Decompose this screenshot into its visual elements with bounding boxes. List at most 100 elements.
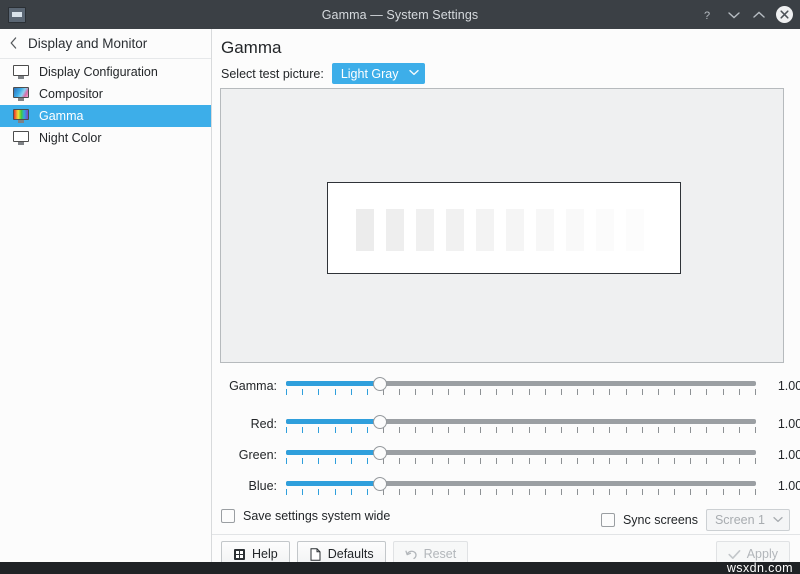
save-settings-checkbox[interactable] bbox=[221, 509, 235, 523]
slider-handle[interactable] bbox=[373, 377, 387, 391]
slider-tick bbox=[399, 427, 400, 433]
slider-tick bbox=[496, 427, 497, 433]
sidebar-item-label: Compositor bbox=[39, 87, 103, 101]
slider-tick bbox=[755, 458, 756, 464]
save-settings-label: Save settings system wide bbox=[243, 509, 390, 523]
sync-screens-checkbox[interactable] bbox=[601, 513, 615, 527]
slider-tick bbox=[399, 458, 400, 464]
green-slider[interactable] bbox=[286, 444, 756, 466]
slider-tick bbox=[658, 489, 659, 495]
slider-tick bbox=[706, 389, 707, 395]
slider-tick bbox=[496, 489, 497, 495]
slider-tick bbox=[351, 427, 352, 433]
monitor-icon bbox=[13, 65, 29, 79]
blue-slider[interactable] bbox=[286, 475, 756, 497]
slider-tick bbox=[286, 489, 287, 495]
gray-bar bbox=[596, 209, 614, 251]
chevron-down-icon bbox=[773, 515, 783, 526]
slider-tick bbox=[415, 427, 416, 433]
slider-tick bbox=[739, 489, 740, 495]
slider-tick bbox=[658, 427, 659, 433]
slider-tick bbox=[642, 389, 643, 395]
slider-tick bbox=[723, 389, 724, 395]
slider-tick bbox=[480, 389, 481, 395]
slider-tick bbox=[335, 427, 336, 433]
main-pane: Gamma Select test picture: Light Gray Ga… bbox=[212, 29, 800, 574]
slider-handle[interactable] bbox=[373, 446, 387, 460]
watermark: wsxdn.com bbox=[727, 561, 793, 574]
test-picture-label: Select test picture: bbox=[221, 67, 324, 81]
help-window-button[interactable]: ? bbox=[701, 7, 717, 23]
monitor-icon bbox=[13, 131, 29, 145]
slider-tick bbox=[755, 389, 756, 395]
slider-tick bbox=[723, 458, 724, 464]
red-slider[interactable] bbox=[286, 413, 756, 435]
gray-bar bbox=[626, 209, 644, 251]
check-icon bbox=[728, 548, 741, 561]
slider-tick bbox=[512, 389, 513, 395]
sidebar-item-label: Display Configuration bbox=[39, 65, 158, 79]
breadcrumb-back[interactable]: Display and Monitor bbox=[0, 29, 211, 59]
gray-bar bbox=[416, 209, 434, 251]
slider-tick bbox=[561, 489, 562, 495]
chevron-down-icon bbox=[409, 68, 419, 79]
slider-tick bbox=[723, 489, 724, 495]
save-settings-row[interactable]: Save settings system wide bbox=[221, 509, 390, 523]
slider-tick bbox=[367, 427, 368, 433]
gamma-slider[interactable] bbox=[286, 375, 756, 397]
slider-tick bbox=[529, 427, 530, 433]
sidebar-item-gamma[interactable]: Gamma bbox=[0, 105, 211, 127]
slider-tick bbox=[367, 489, 368, 495]
slider-tick bbox=[302, 489, 303, 495]
slider-tick bbox=[335, 489, 336, 495]
slider-tick bbox=[706, 458, 707, 464]
slider-tick bbox=[674, 489, 675, 495]
breadcrumb-label: Display and Monitor bbox=[28, 36, 147, 51]
defaults-button-label: Defaults bbox=[328, 547, 374, 561]
slider-tick bbox=[448, 489, 449, 495]
slider-tick bbox=[432, 458, 433, 464]
slider-tick bbox=[577, 489, 578, 495]
slider-tick bbox=[432, 389, 433, 395]
slider-ticks bbox=[286, 389, 756, 396]
slider-tick bbox=[464, 458, 465, 464]
slider-tick bbox=[302, 458, 303, 464]
close-window-button[interactable] bbox=[776, 6, 793, 23]
minimize-window-button[interactable] bbox=[726, 7, 742, 23]
test-picture-canvas bbox=[327, 182, 681, 274]
slider-tick bbox=[706, 427, 707, 433]
blue-slider-label: Blue: bbox=[212, 479, 277, 493]
sidebar-item-display-configuration[interactable]: Display Configuration bbox=[0, 61, 211, 83]
slider-tick bbox=[448, 427, 449, 433]
green-slider-value: 1.00 bbox=[768, 448, 800, 462]
slider-handle[interactable] bbox=[373, 477, 387, 491]
sidebar-item-night-color[interactable]: Night Color bbox=[0, 127, 211, 149]
slider-handle[interactable] bbox=[373, 415, 387, 429]
monitor-compositor-icon bbox=[13, 87, 29, 101]
slider-tick bbox=[512, 458, 513, 464]
gamma-slider-value: 1.00 bbox=[768, 379, 800, 393]
reset-button-label: Reset bbox=[424, 547, 457, 561]
slider-tick bbox=[496, 458, 497, 464]
slider-tick bbox=[286, 389, 287, 395]
slider-tick bbox=[464, 489, 465, 495]
application-window: Gamma — System Settings ? Display bbox=[0, 0, 800, 574]
slider-tick bbox=[739, 427, 740, 433]
slider-fill bbox=[286, 381, 380, 386]
slider-tick bbox=[577, 389, 578, 395]
screen-select-dropdown: Screen 1 bbox=[706, 509, 790, 531]
slider-tick bbox=[593, 389, 594, 395]
slider-tick bbox=[318, 427, 319, 433]
slider-tick bbox=[415, 389, 416, 395]
slider-tick bbox=[480, 489, 481, 495]
slider-tick bbox=[690, 427, 691, 433]
slider-tick bbox=[674, 389, 675, 395]
slider-tick bbox=[642, 458, 643, 464]
slider-tick bbox=[432, 489, 433, 495]
test-picture-dropdown[interactable]: Light Gray bbox=[332, 63, 425, 84]
slider-tick bbox=[335, 458, 336, 464]
maximize-window-button[interactable] bbox=[751, 7, 767, 23]
slider-ticks bbox=[286, 489, 756, 496]
sidebar-item-compositor[interactable]: Compositor bbox=[0, 83, 211, 105]
slider-tick bbox=[626, 458, 627, 464]
